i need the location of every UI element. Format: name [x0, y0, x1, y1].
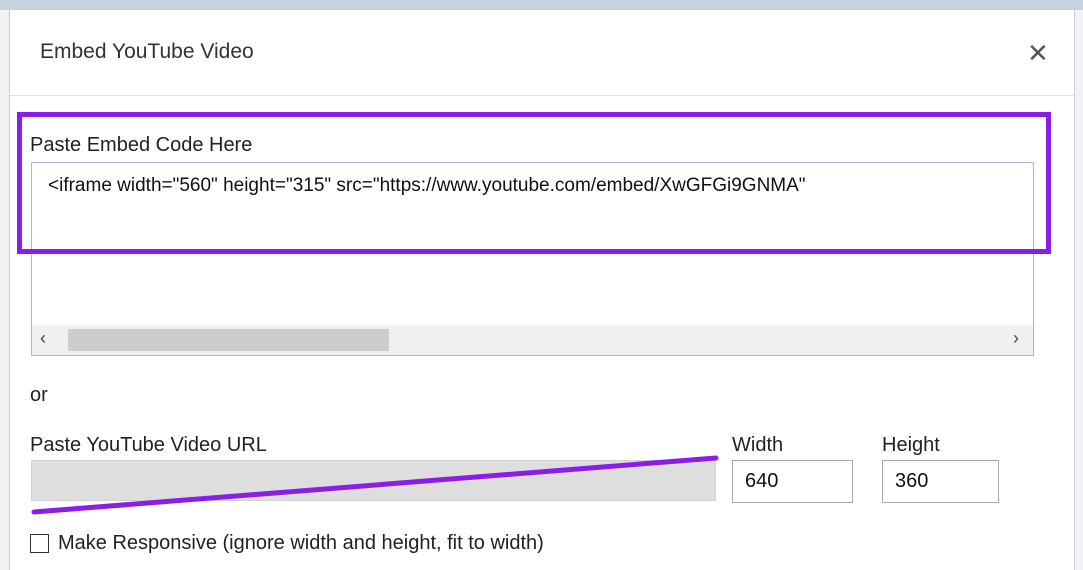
close-icon[interactable]: ✕	[1027, 38, 1049, 69]
dialog-title: Embed YouTube Video	[40, 40, 254, 63]
width-input[interactable]: 640	[732, 460, 853, 503]
window-top-border	[0, 0, 1083, 10]
embed-code-textarea[interactable]: <iframe width="560" height="315" src="ht…	[31, 162, 1034, 356]
youtube-url-input[interactable]	[31, 460, 716, 501]
embed-code-text: <iframe width="560" height="315" src="ht…	[48, 175, 806, 196]
scroll-right-icon[interactable]: ›	[1013, 328, 1019, 349]
horizontal-scrollbar[interactable]: ‹ ›	[32, 325, 1033, 355]
or-separator-text: or	[30, 384, 48, 406]
make-responsive-checkbox[interactable]	[30, 534, 49, 553]
scroll-left-icon[interactable]: ‹	[40, 328, 46, 349]
scrollbar-thumb[interactable]	[68, 329, 389, 351]
width-label: Width	[732, 434, 784, 456]
height-label: Height	[882, 434, 940, 456]
title-divider	[10, 95, 1074, 96]
height-input[interactable]: 360	[882, 460, 999, 503]
embed-code-label: Paste Embed Code Here	[30, 134, 253, 156]
url-label: Paste YouTube Video URL	[30, 434, 267, 456]
